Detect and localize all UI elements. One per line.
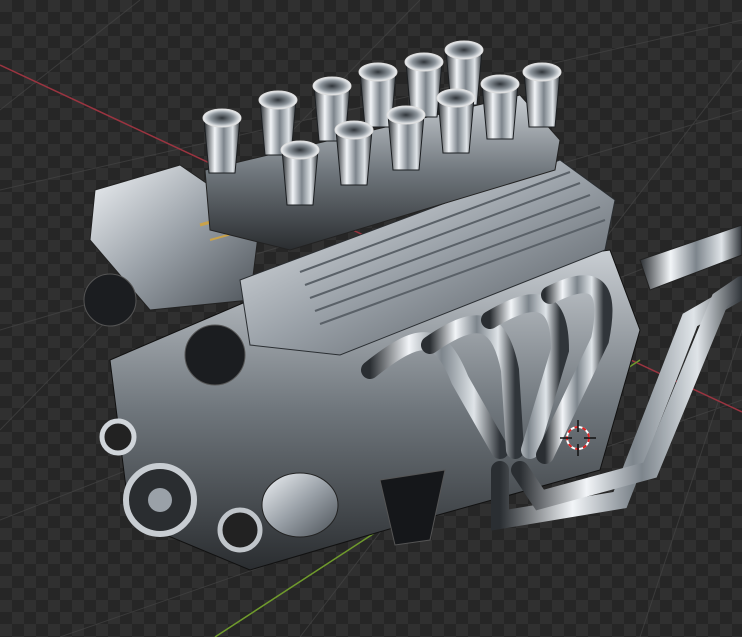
alternator <box>261 472 339 538</box>
carburetor-trumpet <box>386 105 426 171</box>
3d-viewport[interactable] <box>0 0 742 637</box>
carburetor-trumpet <box>436 88 476 154</box>
carburetor-trumpet <box>522 62 562 128</box>
carburetor-trumpet <box>334 120 374 186</box>
idler-pulley <box>99 418 137 456</box>
viewport-canvas[interactable] <box>0 0 742 637</box>
distributor-rear <box>83 273 137 327</box>
carburetor-trumpet <box>280 140 320 206</box>
distributor <box>184 324 246 386</box>
carburetor-trumpet <box>480 74 520 140</box>
carburetor-trumpet <box>202 108 242 174</box>
alternator-pulley <box>217 507 263 553</box>
